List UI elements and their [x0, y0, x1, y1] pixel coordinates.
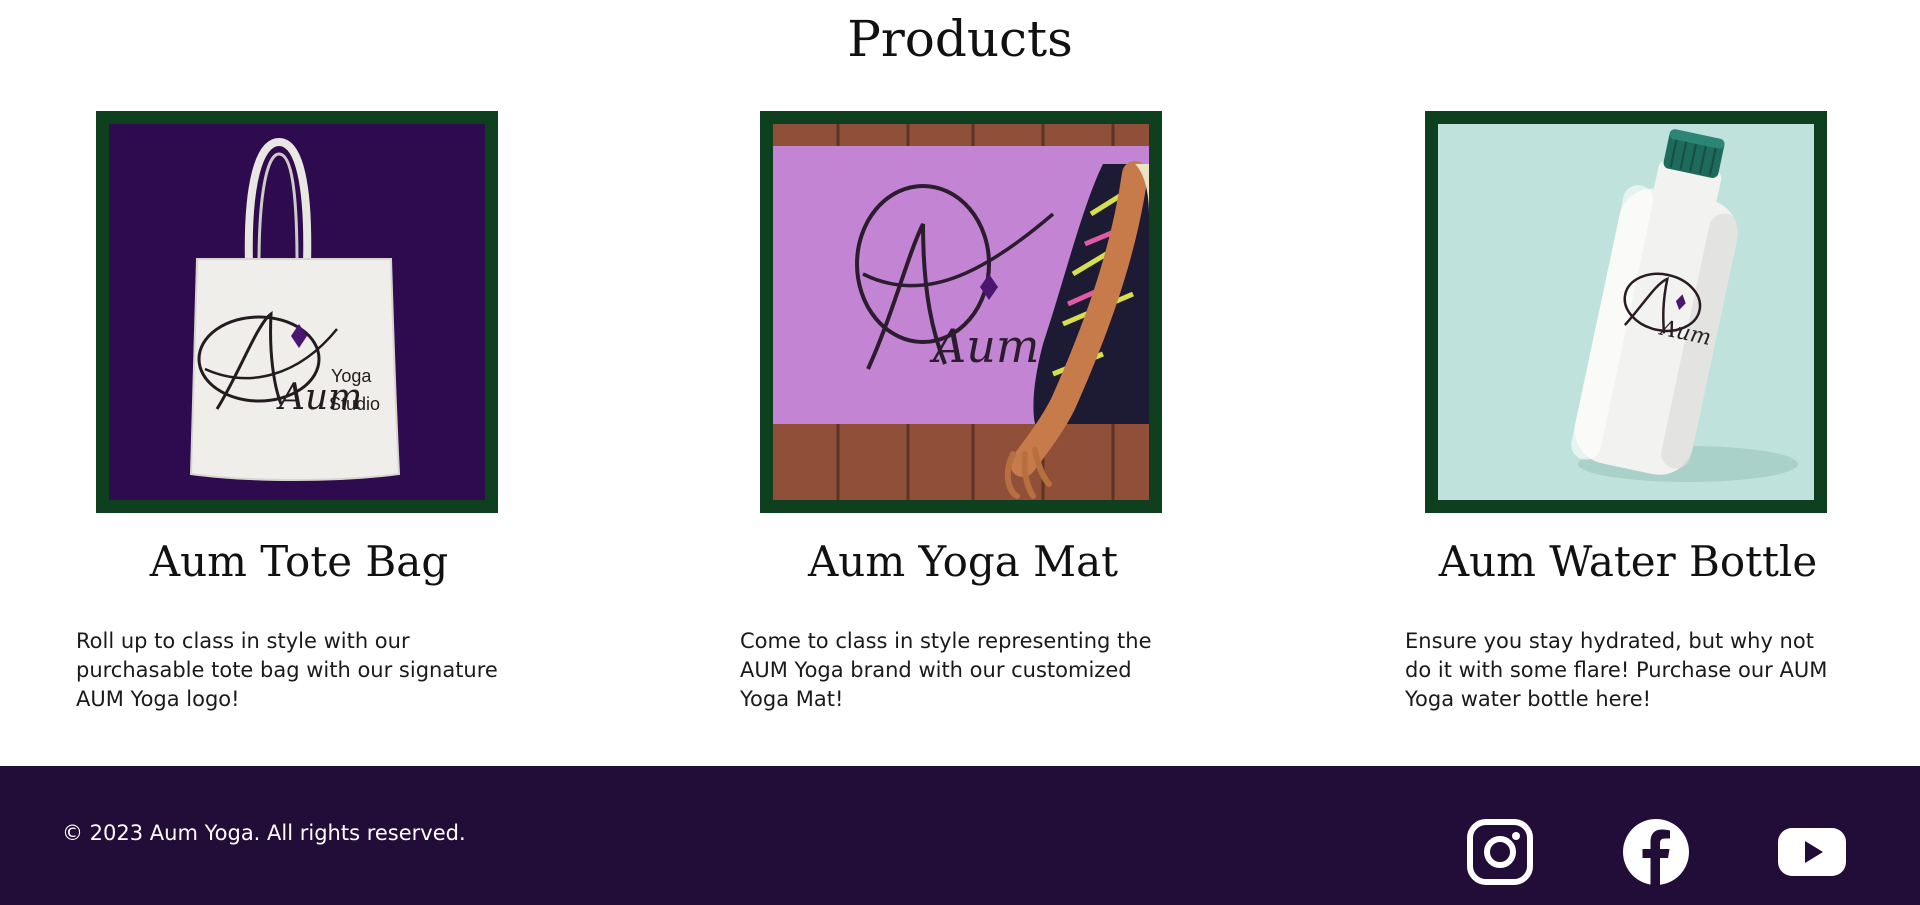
section-title: Products — [847, 10, 1073, 68]
product-description: Ensure you stay hydrated, but why not do… — [1405, 629, 1828, 711]
site-footer: © 2023 Aum Yoga. All rights reserved. — [0, 766, 1920, 905]
facebook-icon — [1623, 819, 1689, 885]
instagram-icon — [1467, 819, 1533, 885]
tote-bag-image: Aum Yoga Studio — [109, 124, 485, 500]
product-image-frame[interactable]: Aum — [760, 111, 1162, 513]
product-card-tote: Aum Yoga Studio Aum Tote Bag Roll up to … — [76, 111, 516, 714]
product-description: Roll up to class in style with our purch… — [76, 629, 498, 711]
product-image-frame[interactable]: Aum — [1425, 111, 1827, 513]
svg-text:Studio: Studio — [329, 394, 380, 414]
instagram-link[interactable] — [1464, 816, 1536, 888]
facebook-link[interactable] — [1620, 816, 1692, 888]
yoga-mat-image: Aum — [773, 124, 1149, 500]
product-image-frame[interactable]: Aum Yoga Studio — [96, 111, 498, 513]
svg-text:Aum: Aum — [929, 319, 1039, 373]
svg-text:Yoga: Yoga — [331, 366, 372, 386]
product-card-yoga-mat: Aum Aum Yoga Mat Come to class in style … — [740, 111, 1180, 714]
copyright-text: © 2023 Aum Yoga. All rights reserved. — [62, 821, 466, 845]
water-bottle-image: Aum — [1438, 124, 1814, 500]
product-name: Aum Tote Bag — [149, 537, 449, 586]
youtube-link[interactable] — [1776, 816, 1848, 888]
product-description: Come to class in style representing the … — [740, 629, 1152, 711]
youtube-icon — [1778, 828, 1846, 876]
product-card-water-bottle: Aum Aum Water Bottle Ensure you stay hyd… — [1405, 111, 1845, 714]
product-name: Aum Yoga Mat — [807, 537, 1119, 586]
product-name: Aum Water Bottle — [1438, 537, 1818, 586]
products-page: Products Aum Yoga Studio Aum Tote Bag Ro… — [0, 0, 1920, 905]
